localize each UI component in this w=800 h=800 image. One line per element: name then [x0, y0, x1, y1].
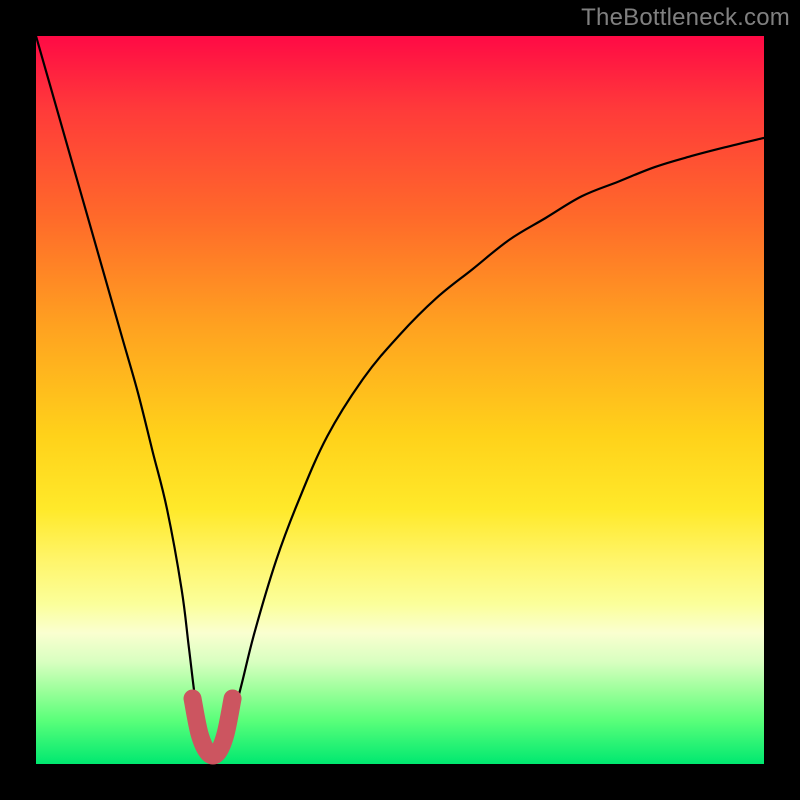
bottleneck-curve [36, 36, 764, 759]
plot-area [36, 36, 764, 764]
optimal-marker [193, 698, 233, 755]
watermark-text: TheBottleneck.com [581, 4, 790, 32]
curve-svg [36, 36, 764, 764]
chart-frame: TheBottleneck.com [0, 0, 800, 800]
